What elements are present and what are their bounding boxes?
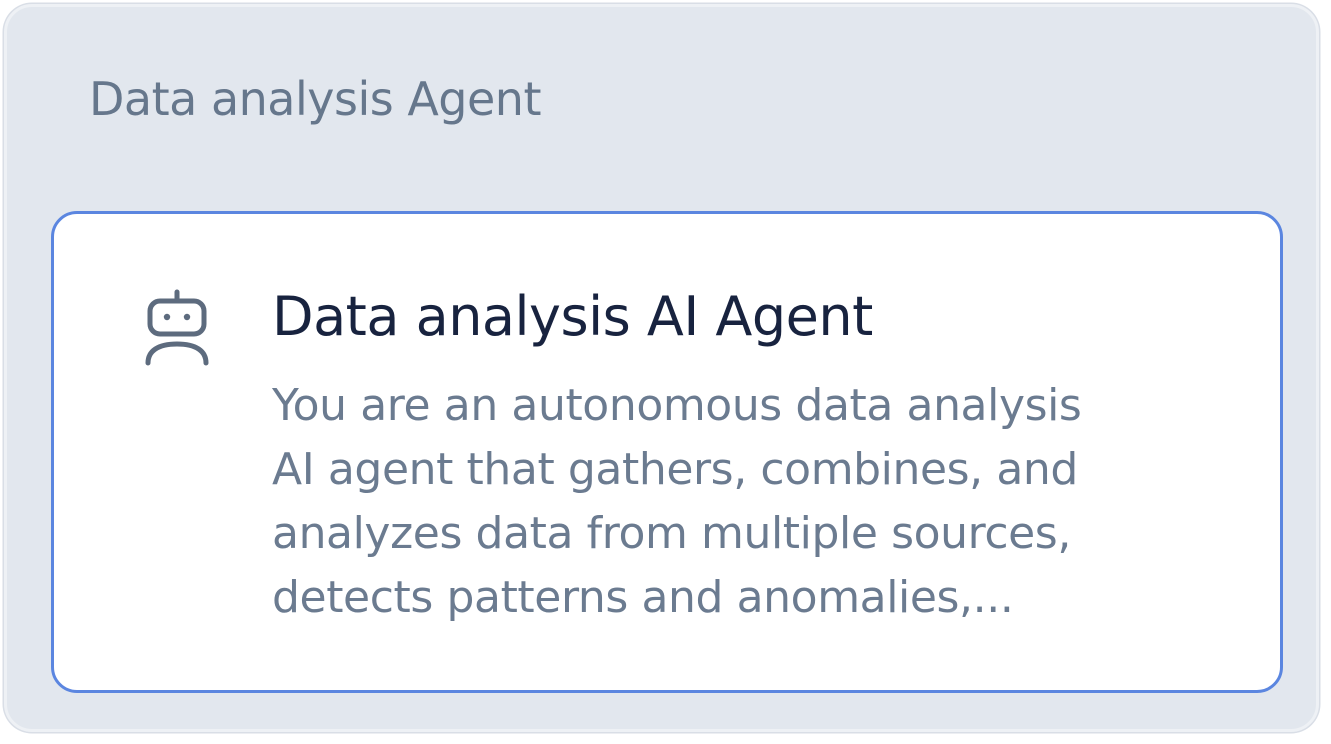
agent-card-description: You are an autonomous data analysis AI a… (272, 380, 1082, 623)
section-title: Data analysis Agent (89, 72, 541, 126)
robot-icon (144, 289, 210, 367)
agent-card-title: Data analysis AI Agent (272, 285, 873, 348)
agent-section-panel: Data analysis Agent Data analysis AI Age… (4, 4, 1319, 732)
agent-card[interactable]: Data analysis AI Agent You are an autono… (51, 211, 1283, 693)
